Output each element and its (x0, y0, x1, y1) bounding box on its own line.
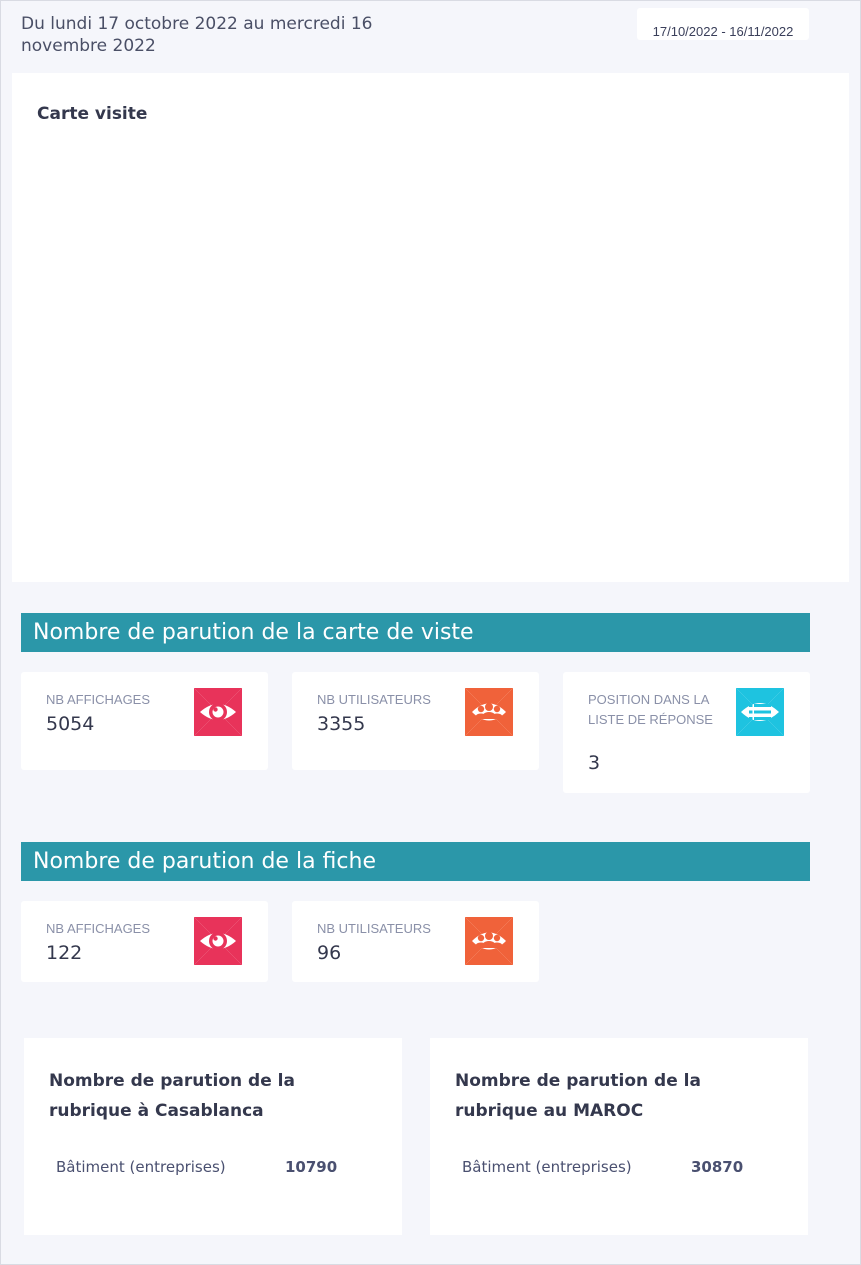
stat-label: NB UTILISATEURS (317, 692, 431, 707)
rubrique-title: Nombre de parution de la rubrique à Casa… (49, 1071, 295, 1121)
rubrique-row-value: 30870 (691, 1158, 744, 1176)
stat-label: POSITION DANS LA LISTE DE RÉPONSE (588, 692, 713, 727)
stat-value: 5054 (46, 713, 95, 735)
stat-label: NB AFFICHAGES (46, 921, 151, 936)
section-header-fiche: Nombre de parution de la fiche (21, 842, 810, 881)
rubrique-card-maroc: Nombre de parution de la rubrique au MAR… (430, 1038, 808, 1235)
rubrique-title: Nombre de parution de la rubrique au MAR… (455, 1071, 701, 1121)
rubrique-card-casablanca: Nombre de parution de la rubrique à Casa… (24, 1038, 402, 1235)
stat-label: NB UTILISATEURS (317, 921, 431, 936)
period-description: Du lundi 17 octobre 2022 au mercredi 16 … (21, 14, 373, 56)
stat-value: 96 (317, 942, 342, 964)
stat-card-position: POSITION DANS LA LISTE DE RÉPONSE 3 (563, 672, 810, 793)
section-header-carte: Nombre de parution de la carte de viste (21, 613, 810, 652)
stat-value: 122 (46, 942, 83, 964)
rubrique-row-value: 10790 (285, 1158, 338, 1176)
users-icon (465, 688, 513, 736)
stat-value: 3355 (317, 713, 366, 735)
eye-icon (194, 688, 242, 736)
stat-card-utilisateurs: NB UTILISATEURS 3355 (292, 672, 539, 770)
rubrique-row-label: Bâtiment (entreprises) (56, 1158, 226, 1176)
eye-icon (194, 917, 242, 965)
map-card: Carte visite (12, 73, 849, 582)
map-card-title: Carte visite (37, 104, 148, 124)
stat-card-affichages: NB AFFICHAGES 5054 (21, 672, 268, 770)
stat-card-affichages-fiche: NB AFFICHAGES 122 (21, 901, 268, 982)
list-icon (736, 688, 784, 736)
stat-label: NB AFFICHAGES (46, 692, 151, 707)
stat-card-utilisateurs-fiche: NB UTILISATEURS 96 (292, 901, 539, 982)
rubrique-row-label: Bâtiment (entreprises) (462, 1158, 632, 1176)
users-icon (465, 917, 513, 965)
stat-value: 3 (588, 752, 601, 774)
date-range-picker[interactable]: 17/10/2022 - 16/11/2022 (637, 8, 809, 40)
